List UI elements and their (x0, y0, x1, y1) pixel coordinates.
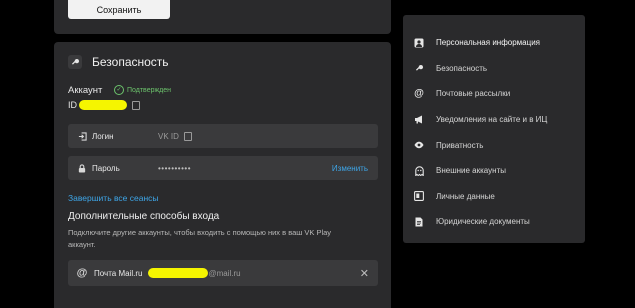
sidebar-item-personal-info[interactable]: Персональная информация (413, 30, 583, 56)
key-icon (68, 55, 82, 69)
sidebar-item-legal-documents[interactable]: Юридические документы (413, 209, 583, 235)
person-icon (413, 37, 425, 49)
security-title: Безопасность (92, 55, 169, 69)
eye-icon (413, 139, 425, 151)
sidebar-item-label: Безопасность (436, 63, 488, 73)
sidebar-item-label: Внешние аккаунты (436, 166, 506, 176)
megaphone-icon (413, 114, 425, 126)
sidebar-item-label: Уведомления на сайте и в ИЦ (436, 115, 548, 125)
sidebar-item-label: Почтовые рассылки (436, 89, 511, 99)
mail-ru-label: Почта Mail.ru (94, 268, 143, 278)
login-value-text: VK ID (158, 131, 179, 141)
lock-icon (76, 163, 88, 173)
profile-panel: Сохранить (54, 0, 391, 34)
extra-login-description: Подключите другие аккаунты, чтобы входит… (68, 228, 332, 249)
redacted-email (148, 268, 209, 278)
password-value: •••••••••• (158, 163, 192, 173)
document-icon (413, 216, 425, 228)
copy-icon[interactable] (183, 131, 192, 141)
save-button[interactable]: Сохранить (68, 0, 170, 19)
verified-badge: ✓ Подтвержден (114, 85, 171, 95)
account-id-row: ID (68, 100, 140, 110)
login-label: Логин (92, 131, 114, 141)
sidebar-nav: Персональная информация Безопасность @ П… (413, 30, 583, 235)
account-label: Аккаунт (68, 85, 103, 96)
extra-login-title: Дополнительные способы входа (68, 211, 220, 222)
sidebar-item-external-accounts[interactable]: Внешние аккаунты (413, 158, 583, 184)
sidebar-item-privacy[interactable]: Приватность (413, 132, 583, 158)
login-row: Логин VK ID (68, 124, 378, 148)
check-circle-icon: ✓ (114, 85, 124, 95)
ghost-icon (413, 165, 425, 177)
at-icon: @ (76, 267, 88, 279)
sidebar-item-mailings[interactable]: @ Почтовые рассылки (413, 81, 583, 107)
sidebar-item-label: Юридические документы (436, 217, 530, 227)
mail-ru-row[interactable]: @ Почта Mail.ru @mail.ru ✕ (68, 260, 378, 286)
end-all-sessions-link[interactable]: Завершить все сеансы (68, 193, 159, 203)
sidebar-item-label: Личные данные (436, 191, 495, 201)
mail-suffix: @mail.ru (208, 268, 241, 278)
login-value: VK ID (158, 131, 192, 141)
close-icon[interactable]: ✕ (360, 267, 369, 280)
sidebar-item-notifications[interactable]: Уведомления на сайте и в ИЦ (413, 107, 583, 133)
password-row: Пароль •••••••••• Изменить (68, 156, 378, 180)
change-password-link[interactable]: Изменить (332, 164, 368, 173)
key-icon (413, 62, 425, 74)
settings-sidebar: Персональная информация Безопасность @ П… (403, 15, 585, 243)
redacted-id (79, 100, 127, 110)
copy-icon[interactable] (132, 100, 140, 110)
sidebar-item-label: Персональная информация (436, 38, 541, 48)
security-panel: Безопасность Аккаунт ✓ Подтвержден ID Ло… (54, 42, 391, 308)
id-label: ID (68, 100, 77, 110)
sidebar-item-security[interactable]: Безопасность (413, 56, 583, 82)
id-card-icon (413, 190, 425, 202)
at-icon: @ (414, 88, 424, 100)
verified-label: Подтвержден (127, 86, 172, 94)
password-label: Пароль (92, 163, 120, 173)
sidebar-item-label: Приватность (436, 140, 484, 150)
sidebar-item-personal-data[interactable]: Личные данные (413, 184, 583, 210)
login-icon (76, 131, 88, 141)
